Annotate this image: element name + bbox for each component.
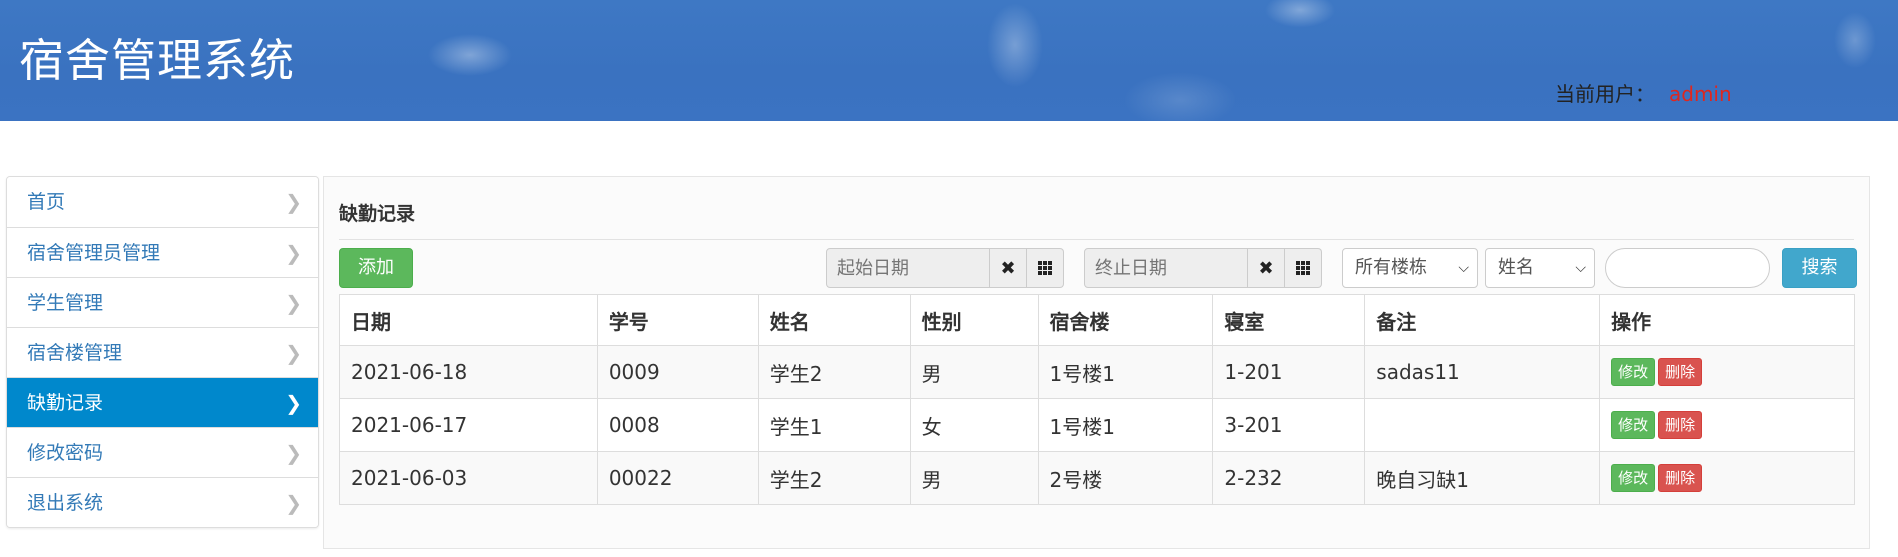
delete-button[interactable]: 删除 — [1658, 464, 1703, 492]
column-header-gender: 性别 — [909, 294, 1039, 346]
cell-remark: sadas11 — [1364, 345, 1601, 399]
sidebar-item-change-password[interactable]: 修改密码 ❯ — [7, 427, 318, 477]
app-title: 宿舍管理系统 — [19, 34, 296, 87]
start-date-group: ✖ — [826, 248, 1064, 288]
cell-gender: 女 — [909, 398, 1039, 452]
cell-gender: 男 — [909, 451, 1039, 505]
cell-room: 3-201 — [1212, 398, 1366, 452]
cell-room: 1-201 — [1212, 345, 1366, 399]
building-select[interactable]: 所有楼栋 ⌵ — [1342, 248, 1478, 288]
start-date-input[interactable] — [826, 248, 990, 288]
chevron-right-icon: ❯ — [285, 291, 302, 315]
column-header-student-no: 学号 — [596, 294, 759, 346]
sidebar-item-home[interactable]: 首页 ❯ — [7, 177, 318, 227]
cell-student-no: 00022 — [596, 451, 759, 505]
cell-date: 2021-06-03 — [339, 451, 598, 505]
sidebar-item-label: 宿舍管理员管理 — [27, 242, 161, 264]
sidebar-item-buildings[interactable]: 宿舍楼管理 ❯ — [7, 327, 318, 377]
chevron-down-icon: ⌵ — [1575, 260, 1586, 276]
cell-actions: 修改 删除 — [1599, 398, 1855, 452]
column-header-actions: 操作 — [1599, 294, 1855, 346]
absence-records-table: 日期 学号 姓名 性别 宿舍楼 寝室 备注 操作 2021-06-18 0009… — [339, 294, 1855, 505]
current-user-name[interactable]: admin — [1669, 82, 1732, 106]
search-button[interactable]: 搜索 — [1782, 248, 1857, 288]
current-user-label: 当前用户： — [1555, 82, 1655, 106]
chevron-right-icon: ❯ — [285, 491, 302, 515]
sidebar-item-logout[interactable]: 退出系统 ❯ — [7, 477, 318, 527]
cell-remark — [1364, 398, 1601, 452]
chevron-right-icon: ❯ — [285, 391, 302, 415]
end-date-input[interactable] — [1084, 248, 1248, 288]
cell-building: 1号楼1 — [1037, 345, 1214, 399]
cell-date: 2021-06-18 — [339, 345, 598, 399]
sidebar-item-label: 退出系统 — [27, 492, 104, 514]
search-field-select[interactable]: 姓名 ⌵ — [1485, 248, 1595, 288]
cell-gender: 男 — [909, 345, 1039, 399]
cell-actions: 修改 删除 — [1599, 345, 1855, 399]
calendar-grid-icon[interactable] — [1285, 248, 1322, 288]
end-date-group: ✖ — [1084, 248, 1322, 288]
calendar-grid-icon[interactable] — [1027, 248, 1064, 288]
cell-name: 学生1 — [757, 398, 911, 452]
delete-button[interactable]: 删除 — [1658, 358, 1703, 386]
header-banner: 宿舍管理系统 当前用户： admin — [0, 0, 1898, 121]
sidebar-item-absence-records[interactable]: 缺勤记录 ❯ — [7, 377, 318, 427]
table-row: 2021-06-18 0009 学生2 男 1号楼1 1-201 sadas11… — [339, 345, 1855, 399]
column-header-room: 寝室 — [1212, 294, 1366, 346]
cell-name: 学生2 — [757, 451, 911, 505]
column-header-remark: 备注 — [1364, 294, 1601, 346]
search-input[interactable] — [1605, 248, 1770, 288]
chevron-right-icon: ❯ — [285, 341, 302, 365]
cell-student-no: 0009 — [596, 345, 759, 399]
cell-student-no: 0008 — [596, 398, 759, 452]
chevron-down-icon: ⌵ — [1458, 260, 1469, 276]
sidebar-item-dorm-admin[interactable]: 宿舍管理员管理 ❯ — [7, 227, 318, 277]
table-row: 2021-06-17 0008 学生1 女 1号楼1 3-201 修改 删除 — [339, 398, 1855, 452]
edit-button[interactable]: 修改 — [1611, 411, 1656, 439]
column-header-building: 宿舍楼 — [1037, 294, 1214, 346]
page-title: 缺勤记录 — [339, 203, 416, 225]
current-user-info: 当前用户： admin — [1555, 78, 1732, 107]
search-field-select-value: 姓名 — [1498, 257, 1534, 278]
sidebar-item-label: 宿舍楼管理 — [27, 342, 123, 364]
add-button[interactable]: 添加 — [339, 248, 413, 288]
sidebar-item-label: 首页 — [27, 191, 66, 213]
main-panel: 缺勤记录 添加 ✖ ✖ 所有楼栋 ⌵ 姓名 ⌵ 搜索 日期 学号 — [323, 176, 1870, 549]
cell-room: 2-232 — [1212, 451, 1366, 505]
chevron-right-icon: ❯ — [285, 241, 302, 265]
table-header-row: 日期 学号 姓名 性别 宿舍楼 寝室 备注 操作 — [339, 294, 1855, 346]
table-row: 2021-06-03 00022 学生2 男 2号楼 2-232 晚自习缺1 修… — [339, 451, 1855, 505]
column-header-date: 日期 — [339, 294, 598, 346]
column-header-name: 姓名 — [757, 294, 911, 346]
sidebar-item-label: 学生管理 — [27, 292, 104, 314]
sidebar-item-label: 修改密码 — [27, 442, 104, 464]
cell-building: 2号楼 — [1037, 451, 1214, 505]
sidebar-item-label: 缺勤记录 — [27, 392, 104, 414]
cell-date: 2021-06-17 — [339, 398, 598, 452]
edit-button[interactable]: 修改 — [1611, 464, 1656, 492]
delete-button[interactable]: 删除 — [1658, 411, 1703, 439]
cell-name: 学生2 — [757, 345, 911, 399]
clear-icon[interactable]: ✖ — [1248, 248, 1285, 288]
chevron-right-icon: ❯ — [285, 441, 302, 465]
cell-actions: 修改 删除 — [1599, 451, 1855, 505]
sidebar-item-students[interactable]: 学生管理 ❯ — [7, 277, 318, 327]
chevron-right-icon: ❯ — [285, 190, 302, 214]
building-select-value: 所有楼栋 — [1355, 257, 1427, 278]
title-divider — [339, 239, 1854, 240]
sidebar-nav: 首页 ❯ 宿舍管理员管理 ❯ 学生管理 ❯ 宿舍楼管理 ❯ 缺勤记录 ❯ 修改密… — [6, 176, 319, 528]
edit-button[interactable]: 修改 — [1611, 358, 1656, 386]
cell-remark: 晚自习缺1 — [1364, 451, 1601, 505]
clear-icon[interactable]: ✖ — [990, 248, 1027, 288]
cell-building: 1号楼1 — [1037, 398, 1214, 452]
